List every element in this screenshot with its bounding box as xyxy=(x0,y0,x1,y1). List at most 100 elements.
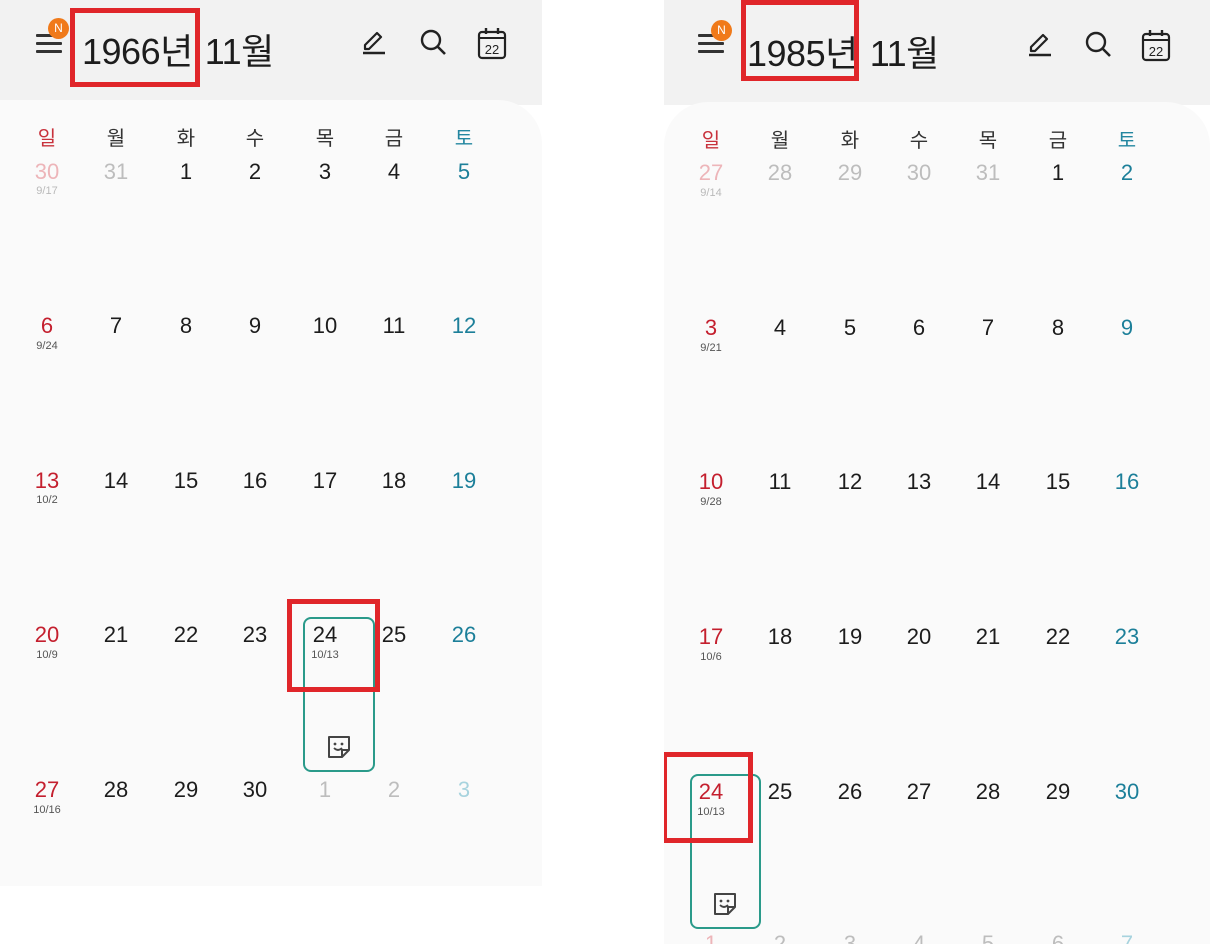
day-cell[interactable]: 30 xyxy=(19,160,75,184)
day-cell[interactable]: 22 xyxy=(158,623,214,647)
day-cell[interactable]: 28 xyxy=(88,778,144,802)
day-cell[interactable]: 15 xyxy=(1030,470,1086,494)
day-cell[interactable]: 28 xyxy=(960,780,1016,804)
day-cell[interactable]: 11 xyxy=(366,314,422,338)
day-cell[interactable]: 9 xyxy=(227,314,283,338)
today-number: 22 xyxy=(1149,44,1163,59)
day-cell[interactable]: 2 xyxy=(366,778,422,802)
day-cell[interactable]: 29 xyxy=(158,778,214,802)
day-cell[interactable]: 6 xyxy=(19,314,75,338)
day-cell[interactable]: 1 xyxy=(683,932,739,944)
highlight-box-date xyxy=(664,752,753,843)
day-cell[interactable]: 7 xyxy=(88,314,144,338)
day-cell[interactable]: 18 xyxy=(752,625,808,649)
day-cell[interactable]: 31 xyxy=(88,160,144,184)
day-cell[interactable]: 2 xyxy=(752,932,808,944)
day-cell[interactable]: 18 xyxy=(366,469,422,493)
day-cell[interactable]: 30 xyxy=(1099,780,1155,804)
day-cell[interactable]: 5 xyxy=(436,160,492,184)
day-cell[interactable]: 8 xyxy=(1030,316,1086,340)
calendar-panel-right: N 1985년 11월 22 일 월 화 수 목 금 토 27 9/14 28 2… xyxy=(664,0,1210,944)
lunar-date: 9/14 xyxy=(700,187,722,199)
day-cell[interactable]: 6 xyxy=(891,316,947,340)
day-cell[interactable]: 4 xyxy=(891,932,947,944)
day-cell[interactable]: 6 xyxy=(1030,932,1086,944)
day-cell[interactable]: 10 xyxy=(683,470,739,494)
sticker-icon[interactable] xyxy=(711,890,739,918)
search-icon[interactable] xyxy=(1082,28,1114,60)
pencil-icon[interactable] xyxy=(1024,28,1056,60)
weekday-sat: 토 xyxy=(1117,130,1137,152)
day-cell[interactable]: 2 xyxy=(227,160,283,184)
lunar-date: 9/24 xyxy=(36,340,58,352)
day-cell[interactable]: 2 xyxy=(1099,161,1155,185)
highlight-box-year xyxy=(70,8,200,87)
day-cell[interactable]: 5 xyxy=(960,932,1016,944)
sticker-icon[interactable] xyxy=(325,733,353,761)
day-cell[interactable]: 21 xyxy=(88,623,144,647)
day-cell[interactable]: 1 xyxy=(1030,161,1086,185)
day-cell[interactable]: 22 xyxy=(1030,625,1086,649)
day-cell[interactable]: 9 xyxy=(1099,316,1155,340)
month-label: 11월 xyxy=(204,31,275,72)
month-label: 11월 xyxy=(869,33,940,74)
day-cell[interactable]: 30 xyxy=(227,778,283,802)
calendar-today-icon[interactable]: 22 xyxy=(1140,28,1172,62)
day-cell[interactable]: 17 xyxy=(297,469,353,493)
day-cell[interactable]: 29 xyxy=(822,161,878,185)
day-cell[interactable]: 14 xyxy=(88,469,144,493)
day-cell[interactable]: 19 xyxy=(436,469,492,493)
day-cell[interactable]: 13 xyxy=(891,470,947,494)
day-cell[interactable]: 1 xyxy=(158,160,214,184)
day-cell[interactable]: 10 xyxy=(297,314,353,338)
day-cell[interactable]: 7 xyxy=(960,316,1016,340)
day-cell[interactable]: 30 xyxy=(891,161,947,185)
day-cell[interactable]: 26 xyxy=(436,623,492,647)
today-number: 22 xyxy=(485,42,499,57)
day-cell[interactable]: 16 xyxy=(227,469,283,493)
day-cell[interactable]: 4 xyxy=(752,316,808,340)
day-cell[interactable]: 3 xyxy=(436,778,492,802)
day-cell[interactable]: 16 xyxy=(1099,470,1155,494)
day-cell[interactable]: 1 xyxy=(297,778,353,802)
lunar-date: 10/9 xyxy=(36,649,58,661)
day-cell[interactable]: 12 xyxy=(436,314,492,338)
day-cell[interactable]: 13 xyxy=(19,469,75,493)
lunar-date: 10/2 xyxy=(36,494,58,506)
day-cell[interactable]: 25 xyxy=(366,623,422,647)
search-icon[interactable] xyxy=(417,26,449,58)
day-cell[interactable]: 21 xyxy=(960,625,1016,649)
day-cell[interactable]: 27 xyxy=(891,780,947,804)
day-cell[interactable]: 3 xyxy=(683,316,739,340)
day-cell[interactable]: 29 xyxy=(1030,780,1086,804)
day-cell[interactable]: 5 xyxy=(822,316,878,340)
day-cell[interactable]: 25 xyxy=(752,780,808,804)
weekday-wed: 수 xyxy=(909,130,929,152)
day-cell[interactable]: 4 xyxy=(366,160,422,184)
day-cell[interactable]: 27 xyxy=(19,778,75,802)
day-cell[interactable]: 28 xyxy=(752,161,808,185)
day-cell[interactable]: 23 xyxy=(1099,625,1155,649)
day-cell[interactable]: 7 xyxy=(1099,932,1155,944)
day-cell[interactable]: 26 xyxy=(822,780,878,804)
day-cell[interactable]: 20 xyxy=(891,625,947,649)
day-cell[interactable]: 23 xyxy=(227,623,283,647)
weekday-sun: 일 xyxy=(701,130,721,152)
day-cell[interactable]: 27 xyxy=(683,161,739,185)
day-cell[interactable]: 19 xyxy=(822,625,878,649)
day-cell[interactable]: 31 xyxy=(960,161,1016,185)
weekday-fri: 금 xyxy=(384,128,404,150)
pencil-icon[interactable] xyxy=(358,26,390,58)
day-cell[interactable]: 20 xyxy=(19,623,75,647)
day-cell[interactable]: 11 xyxy=(752,470,808,494)
calendar-today-icon[interactable]: 22 xyxy=(476,26,508,60)
day-cell[interactable]: 3 xyxy=(297,160,353,184)
lunar-date: 10/16 xyxy=(33,804,61,816)
day-cell[interactable]: 15 xyxy=(158,469,214,493)
day-cell[interactable]: 14 xyxy=(960,470,1016,494)
day-cell[interactable]: 17 xyxy=(683,625,739,649)
day-cell[interactable]: 8 xyxy=(158,314,214,338)
day-cell[interactable]: 12 xyxy=(822,470,878,494)
day-cell[interactable]: 3 xyxy=(822,932,878,944)
weekday-thu: 목 xyxy=(978,130,998,152)
